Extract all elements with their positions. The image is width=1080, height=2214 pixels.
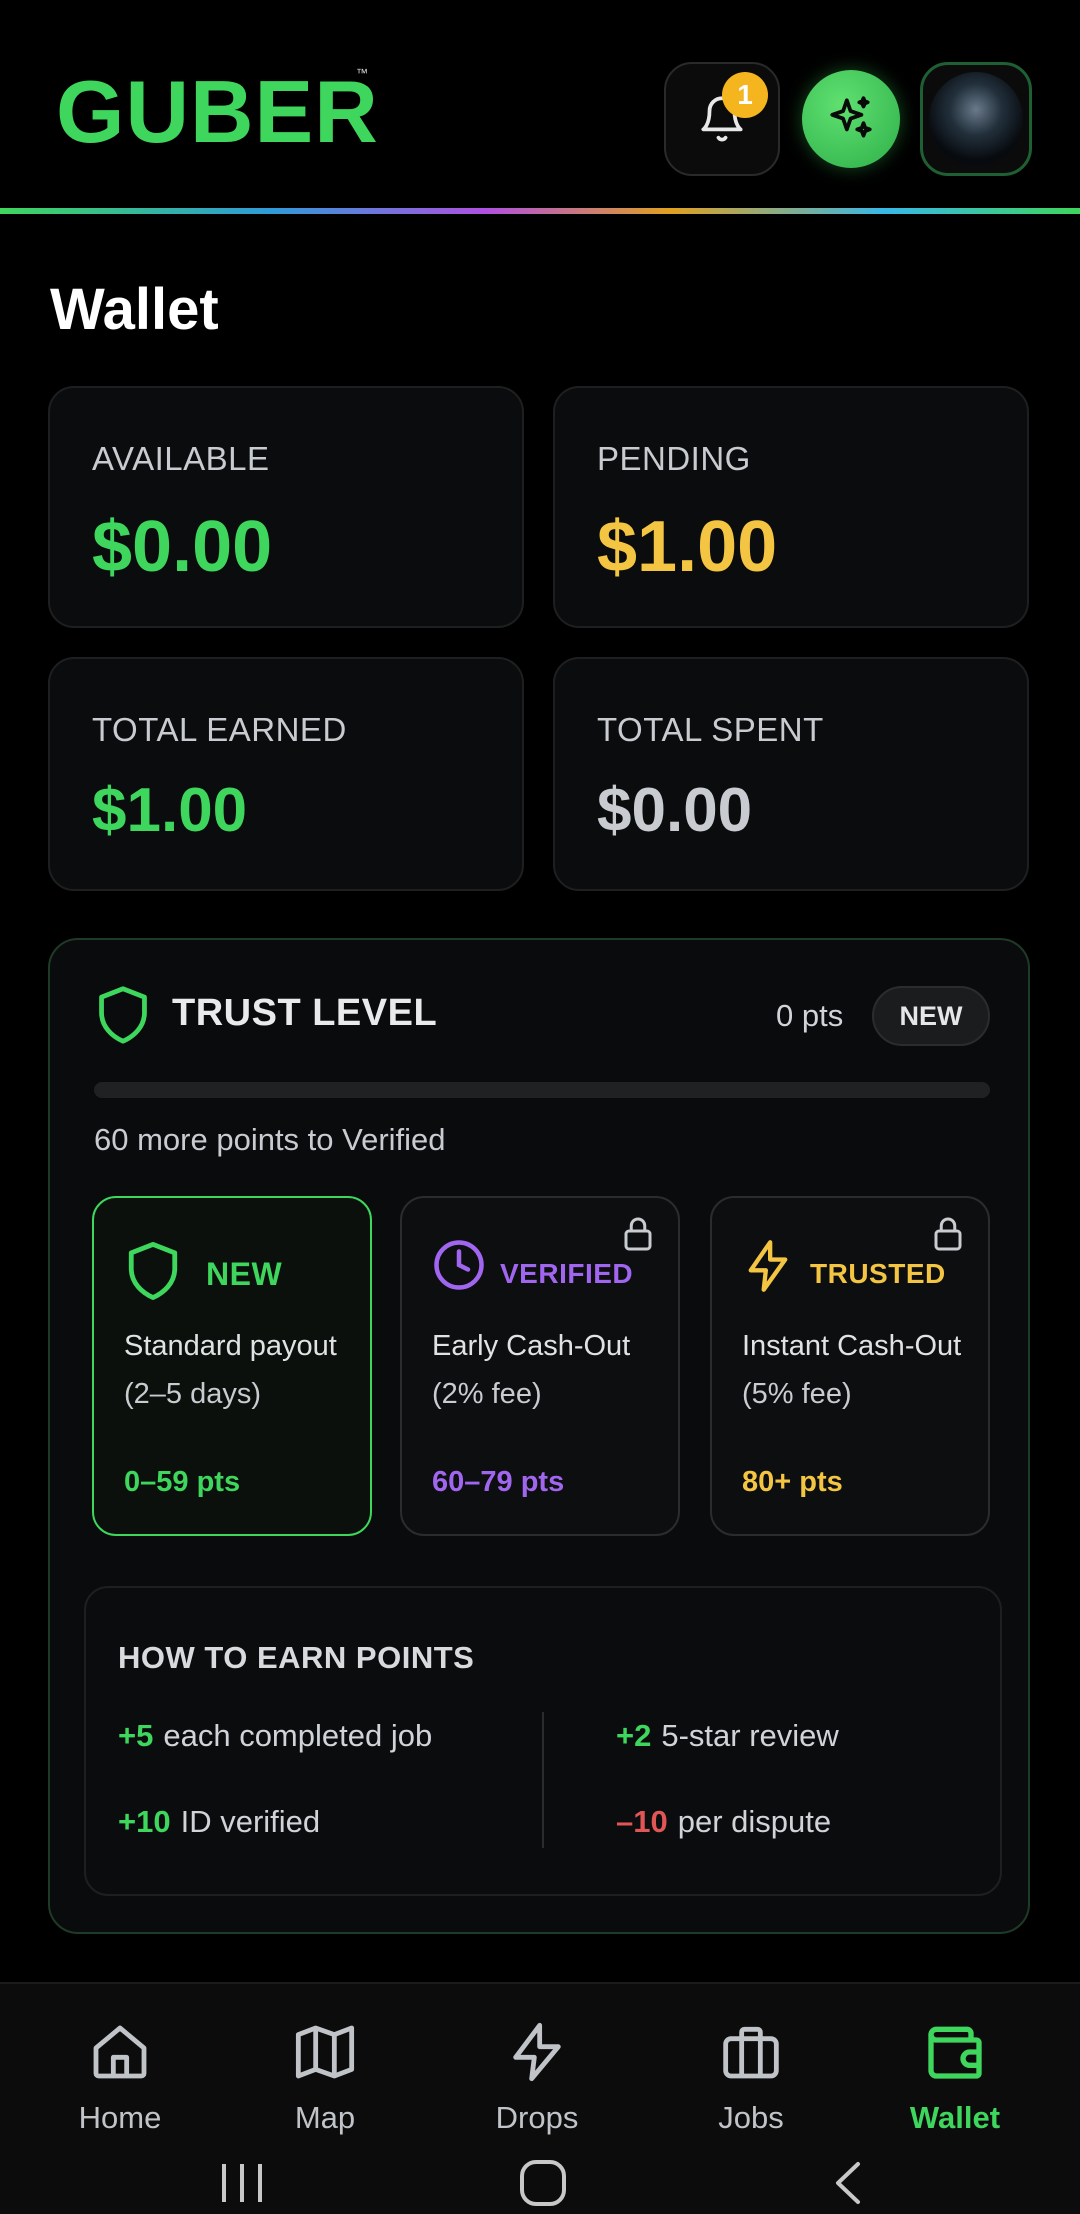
recent-apps-button[interactable] xyxy=(218,2158,266,2208)
shield-icon xyxy=(99,986,147,1044)
trust-points: 0 pts xyxy=(776,998,844,1033)
app-header: GUBER ™ 1 xyxy=(0,0,1080,212)
nav-item-map[interactable]: Map xyxy=(245,2020,405,2150)
bottom-nav: Home Map Drops Jobs Wallet xyxy=(0,1982,1080,2214)
tier-range: 0–59 pts xyxy=(124,1466,241,1498)
home-system-button[interactable] xyxy=(518,2158,568,2208)
wallet-icon xyxy=(928,2026,982,2079)
trust-level-badge: NEW xyxy=(872,986,990,1046)
nav-label: Home xyxy=(78,2100,162,2135)
earn-amount: –10 xyxy=(616,1804,668,1839)
earn-item: –10 per dispute xyxy=(616,1804,831,1840)
tier-description: Standard payout xyxy=(124,1330,337,1362)
notifications-button[interactable] xyxy=(664,62,780,176)
pending-balance-card: PENDING $1.00 xyxy=(553,386,1029,628)
tier-name: VERIFIED xyxy=(500,1258,634,1289)
header-divider xyxy=(0,208,1080,214)
total-spent-label: TOTAL SPENT xyxy=(597,711,824,748)
earn-divider xyxy=(542,1712,544,1848)
earn-text: 5-star review xyxy=(661,1718,839,1753)
earn-amount: +10 xyxy=(118,1804,171,1839)
nav-item-home[interactable]: Home xyxy=(40,2020,200,2150)
earn-item: +2 5-star review xyxy=(616,1718,839,1754)
notification-badge: 1 xyxy=(722,72,768,118)
tier-card-trusted[interactable]: TRUSTED Instant Cash-Out (5% fee) 80+ pt… xyxy=(710,1196,990,1536)
lock-icon xyxy=(624,1217,652,1251)
system-navigation-bar xyxy=(0,2158,1080,2214)
tier-range: 80+ pts xyxy=(742,1466,843,1498)
earn-text: ID verified xyxy=(180,1804,321,1839)
nav-label: Map xyxy=(294,2100,356,2135)
tier-description: Instant Cash-Out xyxy=(742,1330,962,1362)
nav-item-jobs[interactable]: Jobs xyxy=(671,2020,831,2150)
nav-label: Jobs xyxy=(718,2100,784,2135)
profile-button[interactable] xyxy=(920,62,1032,176)
tier-description: Early Cash-Out xyxy=(432,1330,631,1362)
trust-progress-bar xyxy=(94,1082,990,1098)
briefcase-icon xyxy=(723,2026,779,2079)
total-spent-card: TOTAL SPENT $0.00 xyxy=(553,657,1029,891)
total-spent-value: $0.00 xyxy=(597,776,753,845)
trust-progress-note: 60 more points to Verified xyxy=(94,1122,446,1157)
trust-level-card: TRUST LEVEL 0 pts NEW 60 more points to … xyxy=(48,938,1030,1934)
earn-item: +10 ID verified xyxy=(118,1804,320,1840)
shield-icon xyxy=(128,1241,178,1300)
pending-label: PENDING xyxy=(597,440,751,477)
avatar xyxy=(929,72,1023,166)
sparkle-icon xyxy=(830,96,872,138)
pending-value: $1.00 xyxy=(597,507,778,587)
total-earned-value: $1.00 xyxy=(92,776,248,845)
total-earned-label: TOTAL EARNED xyxy=(92,711,347,748)
tier-card-verified[interactable]: VERIFIED Early Cash-Out (2% fee) 60–79 p… xyxy=(400,1196,680,1536)
nav-label: Drops xyxy=(495,2100,579,2135)
tier-description-detail: (5% fee) xyxy=(742,1378,852,1410)
nav-label: Wallet xyxy=(909,2100,1001,2135)
map-icon xyxy=(295,2025,355,2079)
earn-text: per dispute xyxy=(677,1804,832,1839)
tier-description-detail: (2–5 days) xyxy=(124,1378,262,1410)
tier-name: NEW xyxy=(206,1256,283,1292)
page-title: Wallet xyxy=(50,277,219,342)
lightning-icon xyxy=(748,1240,788,1292)
earn-amount: +5 xyxy=(118,1718,154,1753)
earn-text: each completed job xyxy=(163,1718,433,1753)
nav-item-wallet[interactable]: Wallet xyxy=(875,2020,1035,2150)
total-earned-card: TOTAL EARNED $1.00 xyxy=(48,657,524,891)
home-icon xyxy=(93,2025,147,2079)
tier-range: 60–79 pts xyxy=(432,1466,565,1498)
lightning-icon xyxy=(513,2022,561,2082)
earn-item: +5 each completed job xyxy=(118,1718,432,1754)
app-logo[interactable]: GUBER xyxy=(56,68,379,156)
back-button[interactable] xyxy=(828,2158,868,2208)
earn-amount: +2 xyxy=(616,1718,652,1753)
clock-icon xyxy=(434,1240,484,1290)
tier-card-new[interactable]: NEW Standard payout (2–5 days) 0–59 pts xyxy=(92,1196,372,1536)
available-balance-card: AVAILABLE $0.00 xyxy=(48,386,524,628)
earn-points-panel: HOW TO EARN POINTS +5 each completed job … xyxy=(84,1586,1002,1896)
tier-name: TRUSTED xyxy=(810,1258,946,1289)
tier-description-detail: (2% fee) xyxy=(432,1378,542,1410)
available-label: AVAILABLE xyxy=(92,440,270,477)
nav-item-drops[interactable]: Drops xyxy=(457,2020,617,2150)
earn-points-title: HOW TO EARN POINTS xyxy=(118,1640,475,1675)
lock-icon xyxy=(934,1217,962,1251)
trademark-symbol: ™ xyxy=(356,66,368,80)
available-value: $0.00 xyxy=(92,507,273,587)
trust-level-title: TRUST LEVEL xyxy=(172,992,438,1034)
ai-assistant-button[interactable] xyxy=(802,70,900,168)
